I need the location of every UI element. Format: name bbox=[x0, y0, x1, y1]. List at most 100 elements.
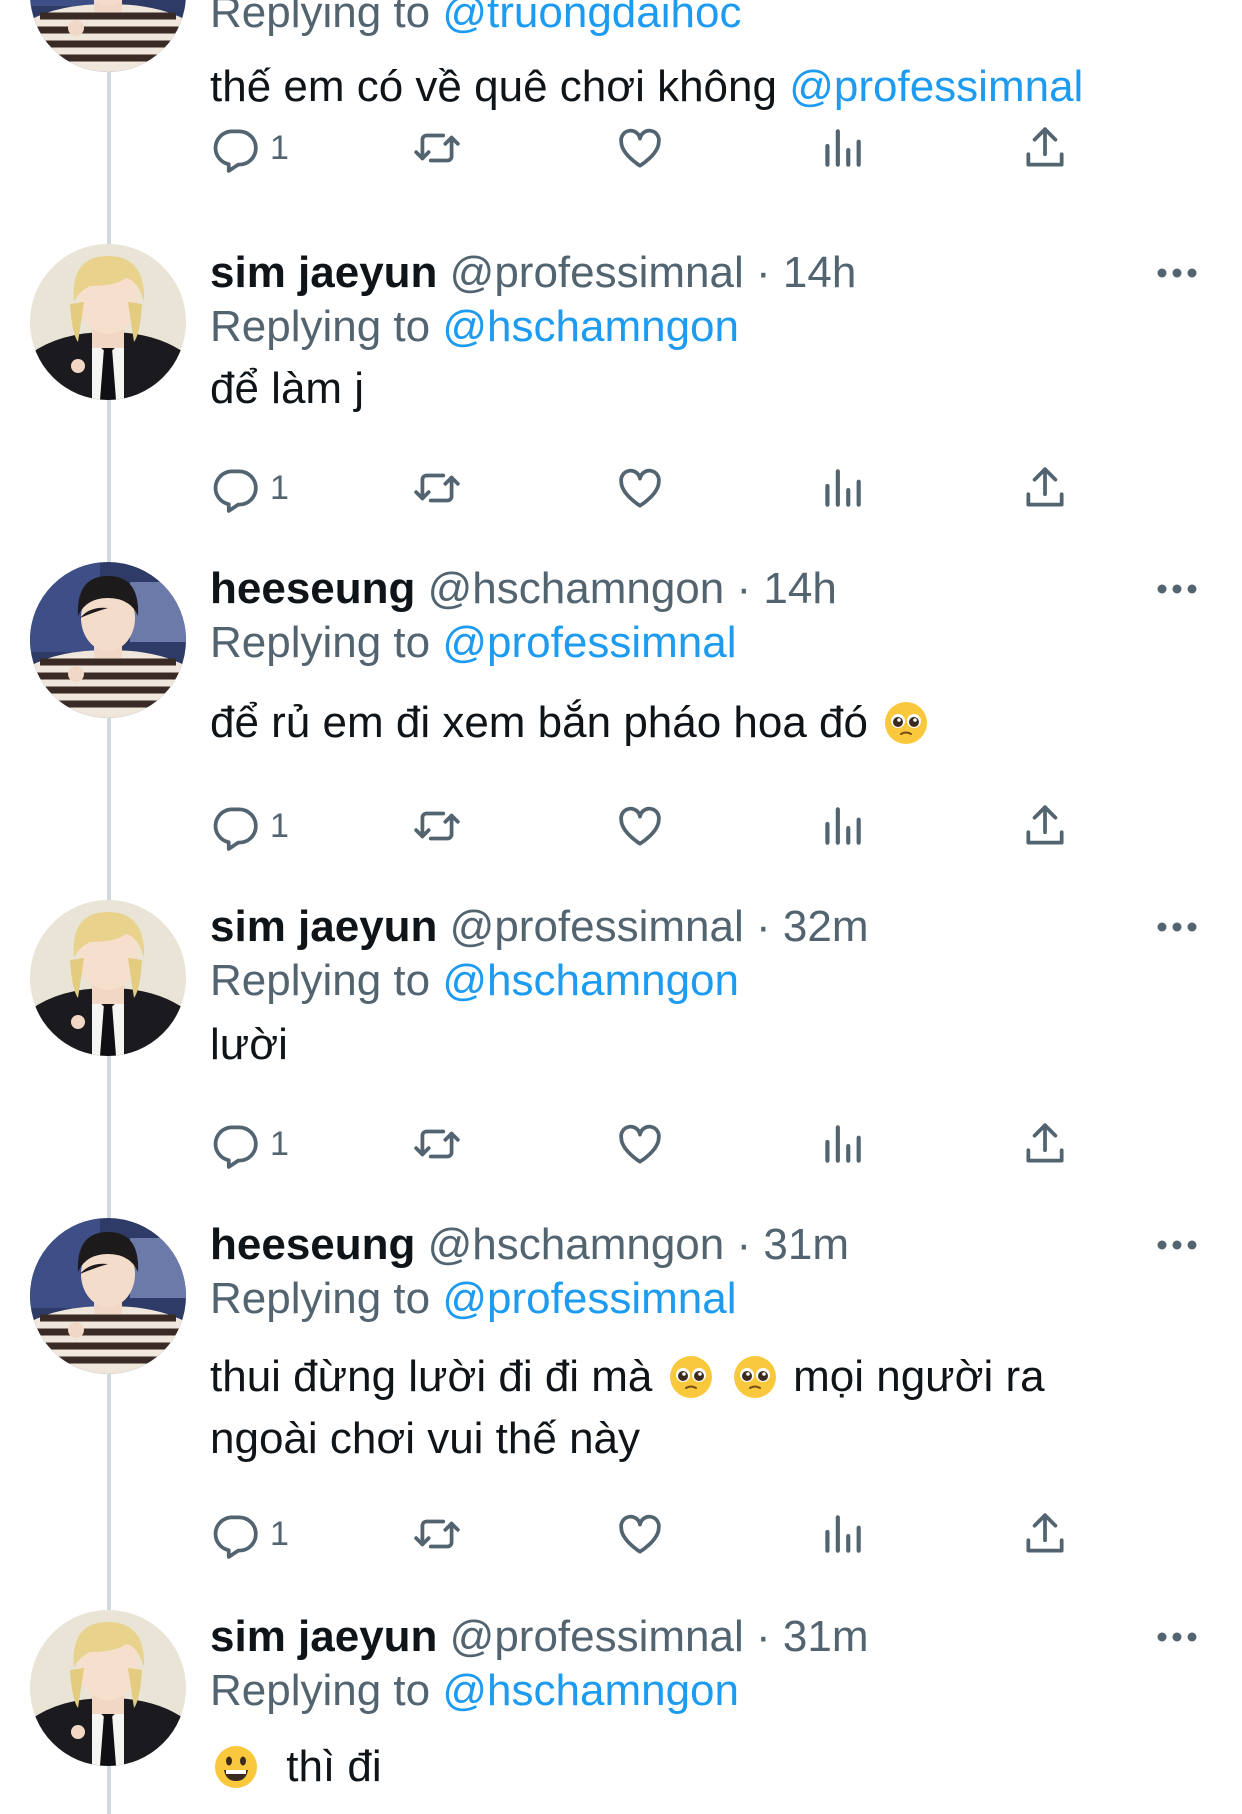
mention-link[interactable]: @professimnal bbox=[789, 62, 1083, 111]
action-bar: 1 bbox=[210, 460, 1110, 516]
tweet-header: sim jaeyun @professimnal · 32m bbox=[210, 902, 869, 951]
avatar[interactable] bbox=[30, 244, 186, 400]
analytics-button[interactable] bbox=[817, 1116, 867, 1172]
display-name[interactable]: heeseung bbox=[210, 1220, 415, 1269]
retweet-button[interactable] bbox=[412, 1116, 462, 1172]
replying-to: Replying to @hschamngon bbox=[210, 956, 739, 1005]
retweet-button[interactable] bbox=[412, 460, 462, 516]
replying-to: Replying to @truongdaihoc bbox=[210, 0, 1206, 40]
pleading-face-emoji bbox=[884, 701, 928, 745]
mention-link[interactable]: @truongdaihoc bbox=[442, 0, 741, 37]
tweet-header: heeseung @hschamngon · 14h bbox=[210, 564, 837, 613]
analytics-button[interactable] bbox=[817, 460, 867, 516]
reply-icon bbox=[210, 1119, 260, 1169]
share-button[interactable] bbox=[1020, 120, 1070, 176]
like-icon bbox=[615, 463, 665, 513]
tweet-text: thui đừng lười đi đi mà mọi người ra ngo… bbox=[210, 1352, 1045, 1463]
user-handle[interactable]: @professimnal bbox=[450, 902, 744, 951]
timestamp[interactable]: 31m bbox=[763, 1220, 849, 1269]
mention-link[interactable]: @professimnal bbox=[442, 1274, 736, 1323]
reply-button[interactable]: 1 bbox=[210, 1116, 289, 1172]
share-button[interactable] bbox=[1020, 460, 1070, 516]
display-name[interactable]: sim jaeyun bbox=[210, 902, 437, 951]
timestamp[interactable]: 32m bbox=[783, 902, 869, 951]
reply-count: 1 bbox=[270, 806, 289, 845]
tweet-text: thì đi bbox=[210, 1736, 1206, 1798]
like-button[interactable] bbox=[615, 1506, 665, 1562]
like-icon bbox=[615, 801, 665, 851]
share-button[interactable] bbox=[1020, 1506, 1070, 1562]
reply-button[interactable]: 1 bbox=[210, 798, 289, 854]
share-button[interactable] bbox=[1020, 1116, 1070, 1172]
like-button[interactable] bbox=[615, 798, 665, 854]
share-button[interactable] bbox=[1020, 798, 1070, 854]
user-handle[interactable]: @professimnal bbox=[450, 1612, 744, 1661]
reply-button[interactable]: 1 bbox=[210, 1506, 289, 1562]
tweet-text: để rủ em đi xem bắn pháo hoa đó bbox=[210, 692, 1206, 754]
analytics-button[interactable] bbox=[817, 1506, 867, 1562]
analytics-icon bbox=[817, 1509, 867, 1559]
avatar[interactable] bbox=[30, 1218, 186, 1374]
user-handle[interactable]: @hschamngon bbox=[428, 1220, 725, 1269]
retweet-button[interactable] bbox=[412, 798, 462, 854]
avatar[interactable] bbox=[30, 0, 186, 72]
timestamp[interactable]: 14h bbox=[763, 564, 836, 613]
action-bar: 1 bbox=[210, 798, 1110, 854]
action-bar: 1 bbox=[210, 1506, 1110, 1562]
like-icon bbox=[615, 1509, 665, 1559]
tweet-text: lười bbox=[210, 1020, 288, 1069]
action-bar: 1 bbox=[210, 1116, 1110, 1172]
analytics-icon bbox=[817, 463, 867, 513]
user-handle[interactable]: @hschamngon bbox=[428, 564, 725, 613]
retweet-icon bbox=[412, 801, 462, 851]
reply-icon bbox=[210, 801, 260, 851]
pleading-face-emoji bbox=[669, 1355, 713, 1399]
timestamp[interactable]: 31m bbox=[783, 1612, 869, 1661]
analytics-icon bbox=[817, 1119, 867, 1169]
tweet-text: để làm j bbox=[210, 364, 365, 413]
share-icon bbox=[1020, 1119, 1070, 1169]
avatar[interactable] bbox=[30, 900, 186, 1056]
tweet-text: thế em có về quê chơi không @professimna… bbox=[210, 62, 1084, 111]
retweet-icon bbox=[412, 1509, 462, 1559]
mention-link[interactable]: @hschamngon bbox=[442, 1666, 739, 1715]
share-icon bbox=[1020, 801, 1070, 851]
reply-count: 1 bbox=[270, 1514, 289, 1553]
grinning-face-emoji bbox=[214, 1745, 258, 1789]
retweet-button[interactable] bbox=[412, 120, 462, 176]
replying-to: Replying to @professimnal bbox=[210, 1274, 737, 1323]
retweet-icon bbox=[412, 123, 462, 173]
retweet-icon bbox=[412, 1119, 462, 1169]
display-name[interactable]: sim jaeyun bbox=[210, 248, 437, 297]
like-icon bbox=[615, 123, 665, 173]
reply-count: 1 bbox=[270, 1124, 289, 1163]
like-icon bbox=[615, 1119, 665, 1169]
retweet-button[interactable] bbox=[412, 1506, 462, 1562]
reply-button[interactable]: 1 bbox=[210, 460, 289, 516]
replying-to: Replying to @hschamngon bbox=[210, 1666, 739, 1715]
mention-link[interactable]: @professimnal bbox=[442, 618, 736, 667]
avatar[interactable] bbox=[30, 562, 186, 718]
mention-link[interactable]: @hschamngon bbox=[442, 956, 739, 1005]
tweet-header: sim jaeyun @professimnal · 31m bbox=[210, 1612, 869, 1661]
reply-icon bbox=[210, 123, 260, 173]
action-bar: 1 bbox=[210, 120, 1110, 176]
like-button[interactable] bbox=[615, 120, 665, 176]
mention-link[interactable]: @hschamngon bbox=[442, 302, 739, 351]
replying-to: Replying to @hschamngon bbox=[210, 302, 739, 351]
reply-button[interactable]: 1 bbox=[210, 120, 289, 176]
reply-icon bbox=[210, 1509, 260, 1559]
share-icon bbox=[1020, 123, 1070, 173]
analytics-button[interactable] bbox=[817, 798, 867, 854]
reply-count: 1 bbox=[270, 128, 289, 167]
display-name[interactable]: sim jaeyun bbox=[210, 1612, 437, 1661]
user-handle[interactable]: @professimnal bbox=[450, 248, 744, 297]
like-button[interactable] bbox=[615, 460, 665, 516]
timestamp[interactable]: 14h bbox=[783, 248, 856, 297]
avatar[interactable] bbox=[30, 1610, 186, 1766]
display-name[interactable]: heeseung bbox=[210, 564, 415, 613]
analytics-button[interactable] bbox=[817, 120, 867, 176]
analytics-icon bbox=[817, 801, 867, 851]
share-icon bbox=[1020, 1509, 1070, 1559]
like-button[interactable] bbox=[615, 1116, 665, 1172]
